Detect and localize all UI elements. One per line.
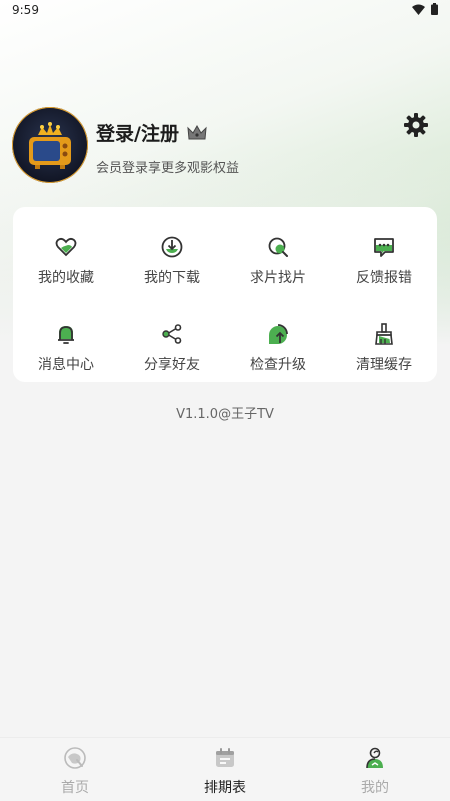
- menu-item-label: 求片找片: [250, 270, 306, 286]
- heart-icon: [55, 237, 77, 257]
- battery-icon: [431, 3, 438, 15]
- login-register-link[interactable]: 登录/注册: [96, 119, 207, 146]
- share-icon: [162, 324, 182, 344]
- tab-label: 我的: [361, 780, 389, 796]
- status-time: 9:59: [12, 3, 39, 17]
- menu-item-downloads[interactable]: 我的下载: [119, 227, 225, 287]
- menu-item-label: 我的收藏: [38, 270, 94, 286]
- search-icon: [268, 237, 288, 257]
- menu-item-label: 清理缓存: [356, 357, 412, 373]
- menu-item-clear-cache[interactable]: 清理缓存: [331, 314, 437, 374]
- feature-menu-card: 我的收藏 我的下载 求片找片 反馈报错 消息中心 分享好友 检查升级 清理缓存: [13, 207, 437, 382]
- bell-icon: [58, 326, 74, 344]
- menu-item-label: 我的下载: [144, 270, 200, 286]
- calendar-icon: [216, 748, 234, 767]
- menu-item-label: 消息中心: [38, 357, 94, 373]
- broom-icon: [375, 323, 393, 345]
- menu-item-share[interactable]: 分享好友: [119, 314, 225, 374]
- menu-item-check-update[interactable]: 检查升级: [225, 314, 331, 374]
- feedback-icon: [374, 238, 394, 257]
- bottom-tab-bar: 首页 排期表 我的: [0, 737, 450, 801]
- menu-item-messages[interactable]: 消息中心: [13, 314, 119, 374]
- menu-item-label: 反馈报错: [356, 270, 412, 286]
- vip-crown-icon: [187, 124, 207, 139]
- tab-mine[interactable]: 我的: [300, 738, 450, 801]
- status-bar: 9:59: [0, 0, 450, 22]
- status-icons: [412, 3, 438, 15]
- home-icon: [64, 747, 86, 769]
- profile-icon: [366, 747, 383, 769]
- profile-subtitle: 会员登录享更多观影权益: [96, 161, 240, 176]
- tab-label: 排期表: [204, 780, 246, 796]
- menu-item-favorites[interactable]: 我的收藏: [13, 227, 119, 287]
- upgrade-icon: [269, 324, 288, 344]
- menu-item-label: 检查升级: [250, 357, 306, 373]
- settings-button[interactable]: [402, 111, 430, 139]
- tv-crown-logo-icon: [29, 122, 71, 169]
- tab-home[interactable]: 首页: [0, 738, 150, 801]
- app-version: V1.1.0@王子TV: [176, 407, 274, 422]
- menu-item-request-movie[interactable]: 求片找片: [225, 227, 331, 287]
- menu-item-feedback[interactable]: 反馈报错: [331, 227, 437, 287]
- feature-menu-grid: 我的收藏 我的下载 求片找片 反馈报错 消息中心 分享好友 检查升级 清理缓存: [13, 207, 437, 382]
- gear-icon: [404, 113, 428, 137]
- profile-section[interactable]: 登录/注册 会员登录享更多观影权益: [12, 107, 438, 187]
- tab-schedule[interactable]: 排期表: [150, 738, 300, 801]
- avatar[interactable]: [12, 107, 88, 183]
- login-register-label: 登录/注册: [96, 123, 179, 145]
- wifi-icon: [412, 4, 425, 15]
- menu-item-label: 分享好友: [144, 357, 200, 373]
- download-icon: [161, 236, 183, 258]
- tab-label: 首页: [61, 780, 89, 796]
